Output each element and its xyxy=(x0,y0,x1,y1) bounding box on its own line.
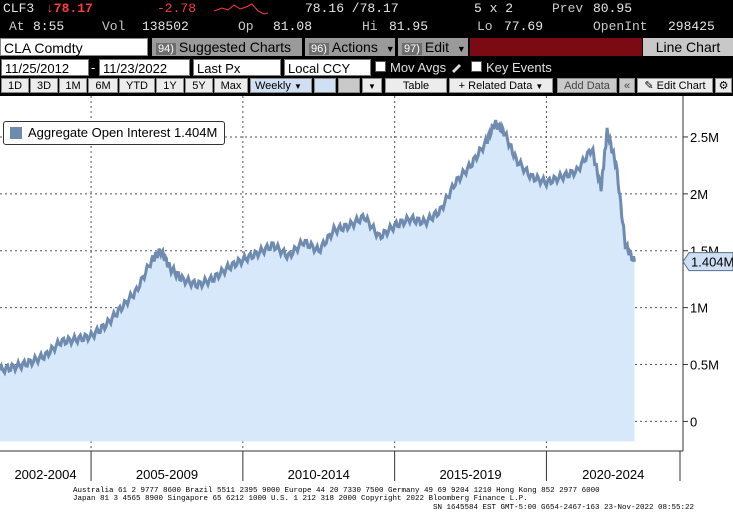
last-price: ↓78.17 xyxy=(46,1,93,16)
last-value-label: 1.404M xyxy=(691,255,733,270)
footer: Australia 61 2 9777 8600 Brazil 5511 239… xyxy=(0,487,733,525)
pencil-icon[interactable] xyxy=(450,61,462,73)
currency-selector[interactable]: Local CCY xyxy=(284,59,371,76)
legend-label: Aggregate Open Interest 1.404M xyxy=(28,125,218,140)
start-date-field[interactable]: 11/25/2012 xyxy=(1,59,89,76)
legend-swatch xyxy=(10,127,22,139)
chart-tool-button[interactable] xyxy=(338,78,360,93)
last-trade-time: 8:55 xyxy=(33,19,65,34)
y-tick-label-2: 1M xyxy=(690,301,708,316)
volume-label: Vol xyxy=(102,19,126,34)
mov-avgs-label: Mov Avgs xyxy=(390,60,447,75)
title-bar-blank xyxy=(470,38,642,56)
chart-area[interactable]: 0 0.5M 1M 1.5M 2M 2.5M 1.404M 2002-2004 2005-200… xyxy=(0,96,733,490)
low-label: Lo xyxy=(477,19,493,34)
low-price: 77.69 xyxy=(504,19,544,34)
frequency-dropdown[interactable]: Weekly ▼ xyxy=(250,78,312,93)
prev-label: Prev xyxy=(552,1,584,16)
date-range-row: 11/25/2012 - 11/23/2022 Last Px Local CC… xyxy=(0,58,733,77)
bid-ask: 78.16 /78.17 xyxy=(305,1,399,16)
end-date-field[interactable]: 11/23/2022 xyxy=(99,59,190,76)
open-interest-chart[interactable]: 00.5M1M1.5M2M2.5M1.404M2002-2004 2005-200… xyxy=(0,96,733,490)
period-max-button[interactable]: Max xyxy=(214,78,248,93)
edit-dropdown-icon: ▼ xyxy=(456,44,466,54)
field-selector[interactable]: Last Px xyxy=(193,59,281,76)
time-label: At xyxy=(9,19,25,34)
edit-label: Edit xyxy=(424,39,450,55)
command-bar: CLA Comdty 94) Suggested Charts 96) Action… xyxy=(0,37,733,57)
suggested-charts-button[interactable]: 94) Suggested Charts xyxy=(152,38,302,56)
net-change: -2.78 xyxy=(157,1,197,16)
y-tick-label-0: 0 xyxy=(690,414,697,429)
high-label: Hi xyxy=(362,19,378,34)
actions-number: 96) xyxy=(309,43,329,55)
period-1y-button[interactable]: 1Y xyxy=(156,78,184,93)
plus-icon: + xyxy=(458,80,466,92)
date-range-separator: - xyxy=(91,60,96,75)
table-button[interactable]: Table xyxy=(385,78,447,93)
edit-number: 97) xyxy=(402,43,422,55)
open-interest-label: OpenInt xyxy=(593,19,648,34)
actions-label: Actions xyxy=(331,39,378,55)
bid-ask-size: 5 x 2 xyxy=(474,1,514,16)
chart-type-label[interactable]: Line Chart xyxy=(643,38,733,56)
footer-session-info: SN 1645584 EST GMT-5:00 G654-2467-163 23… xyxy=(433,504,695,512)
y-tick-label-5: 2.5M xyxy=(690,130,719,145)
frequency-label: Weekly xyxy=(255,80,291,92)
edit-chart-pencil-icon: ✎ xyxy=(644,80,654,92)
footer-contacts-line2: Japan 81 3 4565 8900 Singapore 65 6212 1… xyxy=(73,495,528,503)
series-area-fill xyxy=(0,120,635,442)
options-dropdown-icon: ▼ xyxy=(368,82,376,91)
related-data-dropdown-icon: ▼ xyxy=(535,82,544,91)
open-price: 81.08 xyxy=(273,19,313,34)
toolbar-row: 1D 3D 1M 6M YTD 1Y 5Y Max Weekly ▼ ▼ Tab… xyxy=(0,77,733,94)
chart-legend[interactable]: Aggregate Open Interest 1.404M xyxy=(3,121,225,145)
sparkline-icon xyxy=(214,3,268,15)
actions-dropdown-icon: ▼ xyxy=(385,44,395,54)
actions-menu[interactable]: 96) Actions ▼ xyxy=(305,38,395,56)
ticker[interactable]: CLF3 xyxy=(3,1,34,16)
x-tick-label-0: 2002-2004 xyxy=(14,467,76,482)
x-tick-label-4: 2020-2024 xyxy=(582,467,644,482)
period-6m-button[interactable]: 6M xyxy=(88,78,118,93)
high-price: 81.95 xyxy=(389,19,429,34)
related-data-label: Related Data xyxy=(468,80,533,92)
period-1d-button[interactable]: 1D xyxy=(1,78,29,93)
edit-chart-label: Edit Chart xyxy=(656,80,706,92)
quote-strip: CLF3 ↓78.17 -2.78 78.16 /78.17 5 x 2 Pre… xyxy=(0,0,733,37)
period-ytd-button[interactable]: YTD xyxy=(119,78,155,93)
volume: 138502 xyxy=(142,19,189,34)
open-label: Op xyxy=(238,19,254,34)
x-tick-label-1: 2005-2009 xyxy=(136,467,198,482)
edit-menu[interactable]: 97) Edit ▼ xyxy=(398,38,468,56)
period-3d-button[interactable]: 3D xyxy=(30,78,58,93)
suggested-charts-number: 94) xyxy=(156,43,176,55)
frequency-dropdown-icon: ▼ xyxy=(293,82,302,91)
x-tick-label-2: 2010-2014 xyxy=(288,467,350,482)
prev-close: 80.95 xyxy=(593,1,633,16)
y-tick-label-1: 0.5M xyxy=(690,358,719,373)
y-tick-label-4: 2M xyxy=(690,187,708,202)
chart-style-button[interactable] xyxy=(314,78,336,93)
mov-avgs-checkbox[interactable] xyxy=(375,61,386,72)
key-events-label: Key Events xyxy=(486,60,552,75)
key-events-checkbox[interactable] xyxy=(471,61,482,72)
x-tick-label-3: 2015-2019 xyxy=(439,467,501,482)
period-1m-button[interactable]: 1M xyxy=(59,78,87,93)
chart-settings-icon[interactable]: ⚙ xyxy=(715,78,732,93)
security-field[interactable]: CLA Comdty xyxy=(0,38,148,56)
footer-contacts-line1: Australia 61 2 9777 8600 Brazil 5511 239… xyxy=(73,487,600,495)
options-dropdown-button[interactable]: ▼ xyxy=(362,78,382,93)
period-5y-button[interactable]: 5Y xyxy=(185,78,213,93)
suggested-charts-label: Suggested Charts xyxy=(178,39,291,55)
related-data-button[interactable]: + Related Data ▼ xyxy=(449,78,553,93)
collapse-icon[interactable]: « xyxy=(619,78,635,93)
open-interest: 298425 xyxy=(668,19,715,34)
add-data-button[interactable]: Add Data xyxy=(557,78,617,93)
edit-chart-button[interactable]: ✎ Edit Chart xyxy=(637,78,713,93)
